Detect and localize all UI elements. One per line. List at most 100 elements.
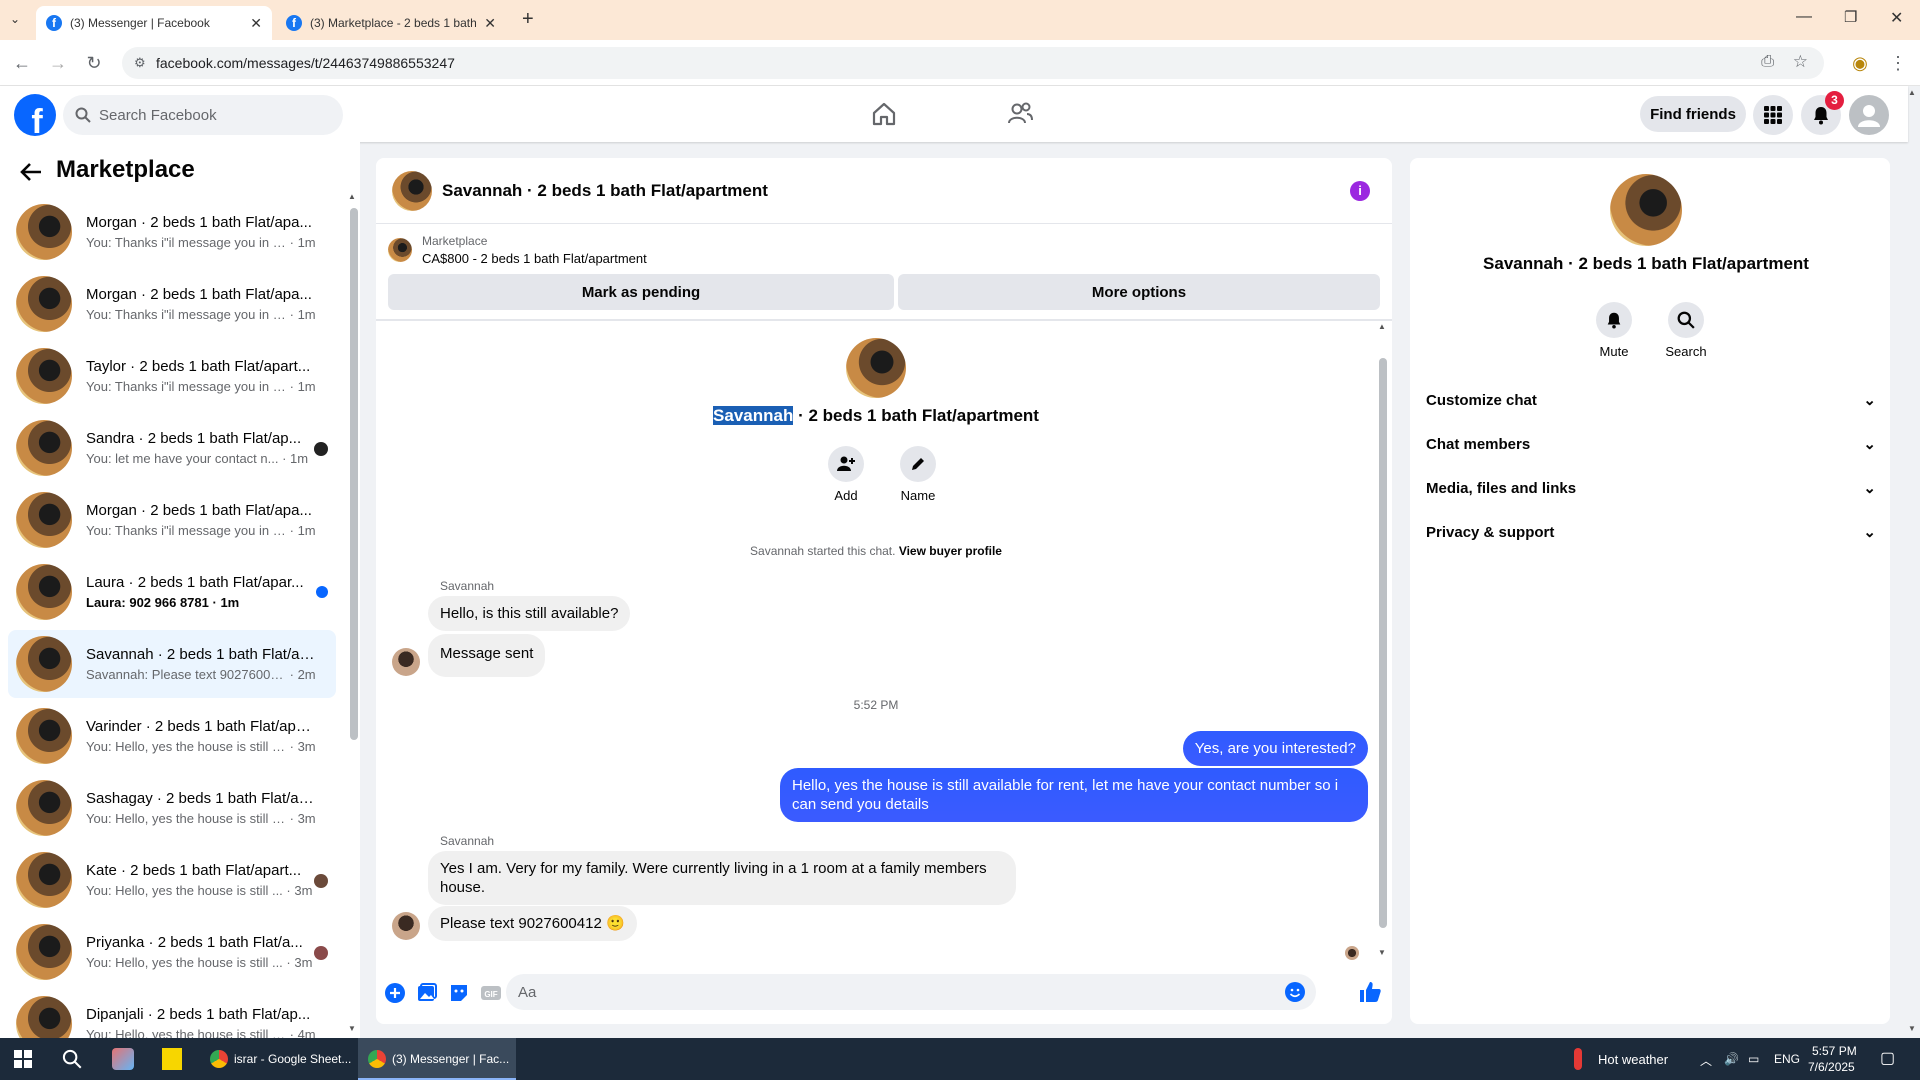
conversation-item[interactable]: Priyanka · 2 beds 1 bath Flat/a... You: H… xyxy=(8,918,336,986)
chat-title[interactable]: Savannah · 2 beds 1 bath Flat/apartment xyxy=(442,181,768,201)
language-indicator[interactable]: ENG xyxy=(1774,1052,1800,1066)
gif-icon[interactable]: GIF xyxy=(480,982,502,1004)
window-close-icon[interactable]: ✕ xyxy=(1890,8,1903,28)
notification-center-icon[interactable]: ▢ xyxy=(1880,1048,1895,1068)
reload-icon[interactable]: ↻ xyxy=(84,53,104,73)
friends-icon[interactable] xyxy=(1006,100,1034,128)
find-friends-button[interactable]: Find friends xyxy=(1640,96,1746,132)
thermometer-icon xyxy=(1574,1048,1582,1070)
back-arrow-icon[interactable] xyxy=(20,162,42,182)
sticky-notes-icon[interactable] xyxy=(162,1048,182,1070)
tab-marketplace[interactable]: f (3) Marketplace - 2 beds 1 bath ✕ xyxy=(276,6,506,40)
conversation-time: 1m xyxy=(220,595,240,610)
windows-start-icon[interactable] xyxy=(14,1050,32,1068)
conversation-item[interactable]: Morgan · 2 beds 1 bath Flat/apa... You: T… xyxy=(8,270,336,338)
sticker-icon[interactable] xyxy=(448,982,470,1004)
mute-button[interactable]: Mute xyxy=(1590,302,1638,359)
profile-avatar[interactable] xyxy=(846,338,906,398)
chat-scroll-down-icon[interactable]: ▼ xyxy=(1378,948,1386,957)
add-people-button[interactable]: Add xyxy=(822,446,870,503)
app-icon[interactable] xyxy=(112,1048,134,1070)
maximize-icon[interactable]: ❐ xyxy=(1844,8,1857,26)
chat-info-panel: Savannah · 2 beds 1 bath Flat/apartment … xyxy=(1410,158,1890,1024)
chat-scrollbar[interactable] xyxy=(1379,358,1387,928)
sender-avatar[interactable] xyxy=(392,912,420,940)
clock-time[interactable]: 5:57 PM xyxy=(1812,1044,1857,1058)
weather-label[interactable]: Hot weather xyxy=(1598,1052,1668,1067)
chat-avatar[interactable] xyxy=(392,170,432,211)
conversation-item[interactable]: Sandra · 2 beds 1 bath Flat/ap... You: le… xyxy=(8,414,336,482)
address-bar[interactable]: ⚙ facebook.com/messages/t/24463749886553… xyxy=(122,47,1824,79)
message-incoming[interactable]: Message sent xyxy=(428,634,546,677)
menu-grid-button[interactable] xyxy=(1753,95,1793,135)
facebook-logo-icon[interactable]: f xyxy=(14,94,56,136)
like-thumb-icon[interactable] xyxy=(1358,980,1382,1004)
message-input[interactable]: Aa xyxy=(506,974,1316,1010)
media-files-links-row[interactable]: Media, files and links ⌄ xyxy=(1426,468,1876,508)
volume-icon[interactable]: 🔊 xyxy=(1724,1052,1739,1066)
message-incoming[interactable]: Please text 9027600412 🙂 xyxy=(428,906,637,941)
search-input[interactable]: Search Facebook xyxy=(63,95,343,135)
message-incoming[interactable]: Hello, is this still available? xyxy=(428,596,631,631)
message-outgoing[interactable]: Hello, yes the house is still available … xyxy=(780,768,1368,822)
conversation-item[interactable]: Kate · 2 beds 1 bath Flat/apart... You: H… xyxy=(8,846,336,914)
bookmark-star-icon[interactable]: ☆ xyxy=(1793,52,1808,72)
back-icon[interactable]: ← xyxy=(12,53,32,73)
conversation-item[interactable]: Savannah · 2 beds 1 bath Flat/ap... Savan… xyxy=(8,630,336,698)
message-outgoing[interactable]: Yes, are you interested? xyxy=(1182,731,1368,766)
tray-chevron-icon[interactable]: ︿ xyxy=(1700,1052,1712,1069)
scroll-up-icon[interactable]: ▲ xyxy=(348,192,356,201)
tab-messenger[interactable]: f (3) Messenger | Facebook ✕ xyxy=(36,6,272,40)
conversation-item[interactable]: Varinder · 2 beds 1 bath Flat/apa... You:… xyxy=(8,702,336,770)
notifications-button[interactable]: 3 xyxy=(1801,91,1844,135)
facebook-favicon-icon: f xyxy=(46,15,62,31)
tab-close-icon[interactable]: ✕ xyxy=(250,15,262,32)
conversation-item[interactable]: Sashagay · 2 beds 1 bath Flat/ap... You: … xyxy=(8,774,336,842)
install-icon[interactable]: ⎙ xyxy=(1761,53,1774,71)
taskbar-app-messenger[interactable]: (3) Messenger | Fac... xyxy=(358,1038,516,1080)
mark-as-pending-button[interactable]: Mark as pending xyxy=(388,274,894,310)
privacy-support-row[interactable]: Privacy & support ⌄ xyxy=(1426,512,1876,552)
conversation-avatar xyxy=(16,204,72,260)
info-avatar[interactable] xyxy=(1610,174,1682,246)
conversation-item[interactable]: Taylor · 2 beds 1 bath Flat/apart... You:… xyxy=(8,342,336,410)
sender-avatar[interactable] xyxy=(392,648,420,676)
forward-icon[interactable]: → xyxy=(48,53,68,73)
message-incoming[interactable]: Yes I am. Very for my family. Were curre… xyxy=(428,851,1016,905)
account-avatar[interactable] xyxy=(1849,95,1889,135)
listing-banner[interactable]: Marketplace CA$800 - 2 beds 1 bath Flat/… xyxy=(388,234,647,266)
scroll-down-icon[interactable]: ▼ xyxy=(348,1024,356,1033)
conversation-text: Laura · 2 beds 1 bath Flat/apar... Laura:… xyxy=(86,574,316,610)
page-scrollbar-up-icon[interactable]: ▲ xyxy=(1908,88,1916,97)
view-buyer-profile-link[interactable]: View buyer profile xyxy=(899,544,1002,558)
conversation-item[interactable]: Morgan · 2 beds 1 bath Flat/apa... You: T… xyxy=(8,198,336,266)
info-icon[interactable]: i xyxy=(1350,181,1370,201)
tab-close-icon[interactable]: ✕ xyxy=(484,15,496,32)
taskbar-app-sheets[interactable]: israr - Google Sheet... xyxy=(204,1038,354,1080)
menu-kebab-icon[interactable]: ⋮ xyxy=(1888,53,1908,73)
clock-date[interactable]: 7/6/2025 xyxy=(1808,1060,1855,1074)
conversation-item[interactable]: Morgan · 2 beds 1 bath Flat/apa... You: T… xyxy=(8,486,336,554)
scrollbar[interactable] xyxy=(350,208,358,740)
chat-scroll-up-icon[interactable]: ▲ xyxy=(1378,322,1386,331)
search-in-chat-button[interactable]: Search xyxy=(1662,302,1710,359)
edit-name-button[interactable]: Name xyxy=(894,446,942,503)
minimize-icon[interactable]: — xyxy=(1796,8,1812,26)
emoji-icon[interactable] xyxy=(1284,981,1306,1003)
network-icon[interactable]: ▭ xyxy=(1748,1052,1759,1066)
photo-icon[interactable] xyxy=(416,982,438,1004)
page-scrollbar-down-icon[interactable]: ▼ xyxy=(1908,1024,1916,1033)
taskbar-search-icon[interactable] xyxy=(62,1049,82,1069)
home-icon[interactable] xyxy=(870,100,898,128)
more-options-button[interactable]: More options xyxy=(898,274,1380,310)
conversation-item[interactable]: Laura · 2 beds 1 bath Flat/apar... Laura:… xyxy=(8,558,336,626)
customize-chat-row[interactable]: Customize chat ⌄ xyxy=(1426,380,1876,420)
plus-icon[interactable] xyxy=(384,982,406,1004)
chat-members-row[interactable]: Chat members ⌄ xyxy=(1426,424,1876,464)
new-tab-icon[interactable]: + xyxy=(522,8,534,31)
site-info-icon[interactable]: ⚙ xyxy=(134,55,146,71)
tab-list-chevron-icon[interactable]: ⌄ xyxy=(10,12,26,28)
conversation-name: Taylor · 2 beds 1 bath Flat/apart... xyxy=(86,358,311,375)
profile-icon[interactable]: ◉ xyxy=(1850,53,1870,73)
conversation-preview: You: Thanks i"il message you in a ... xyxy=(86,379,286,394)
